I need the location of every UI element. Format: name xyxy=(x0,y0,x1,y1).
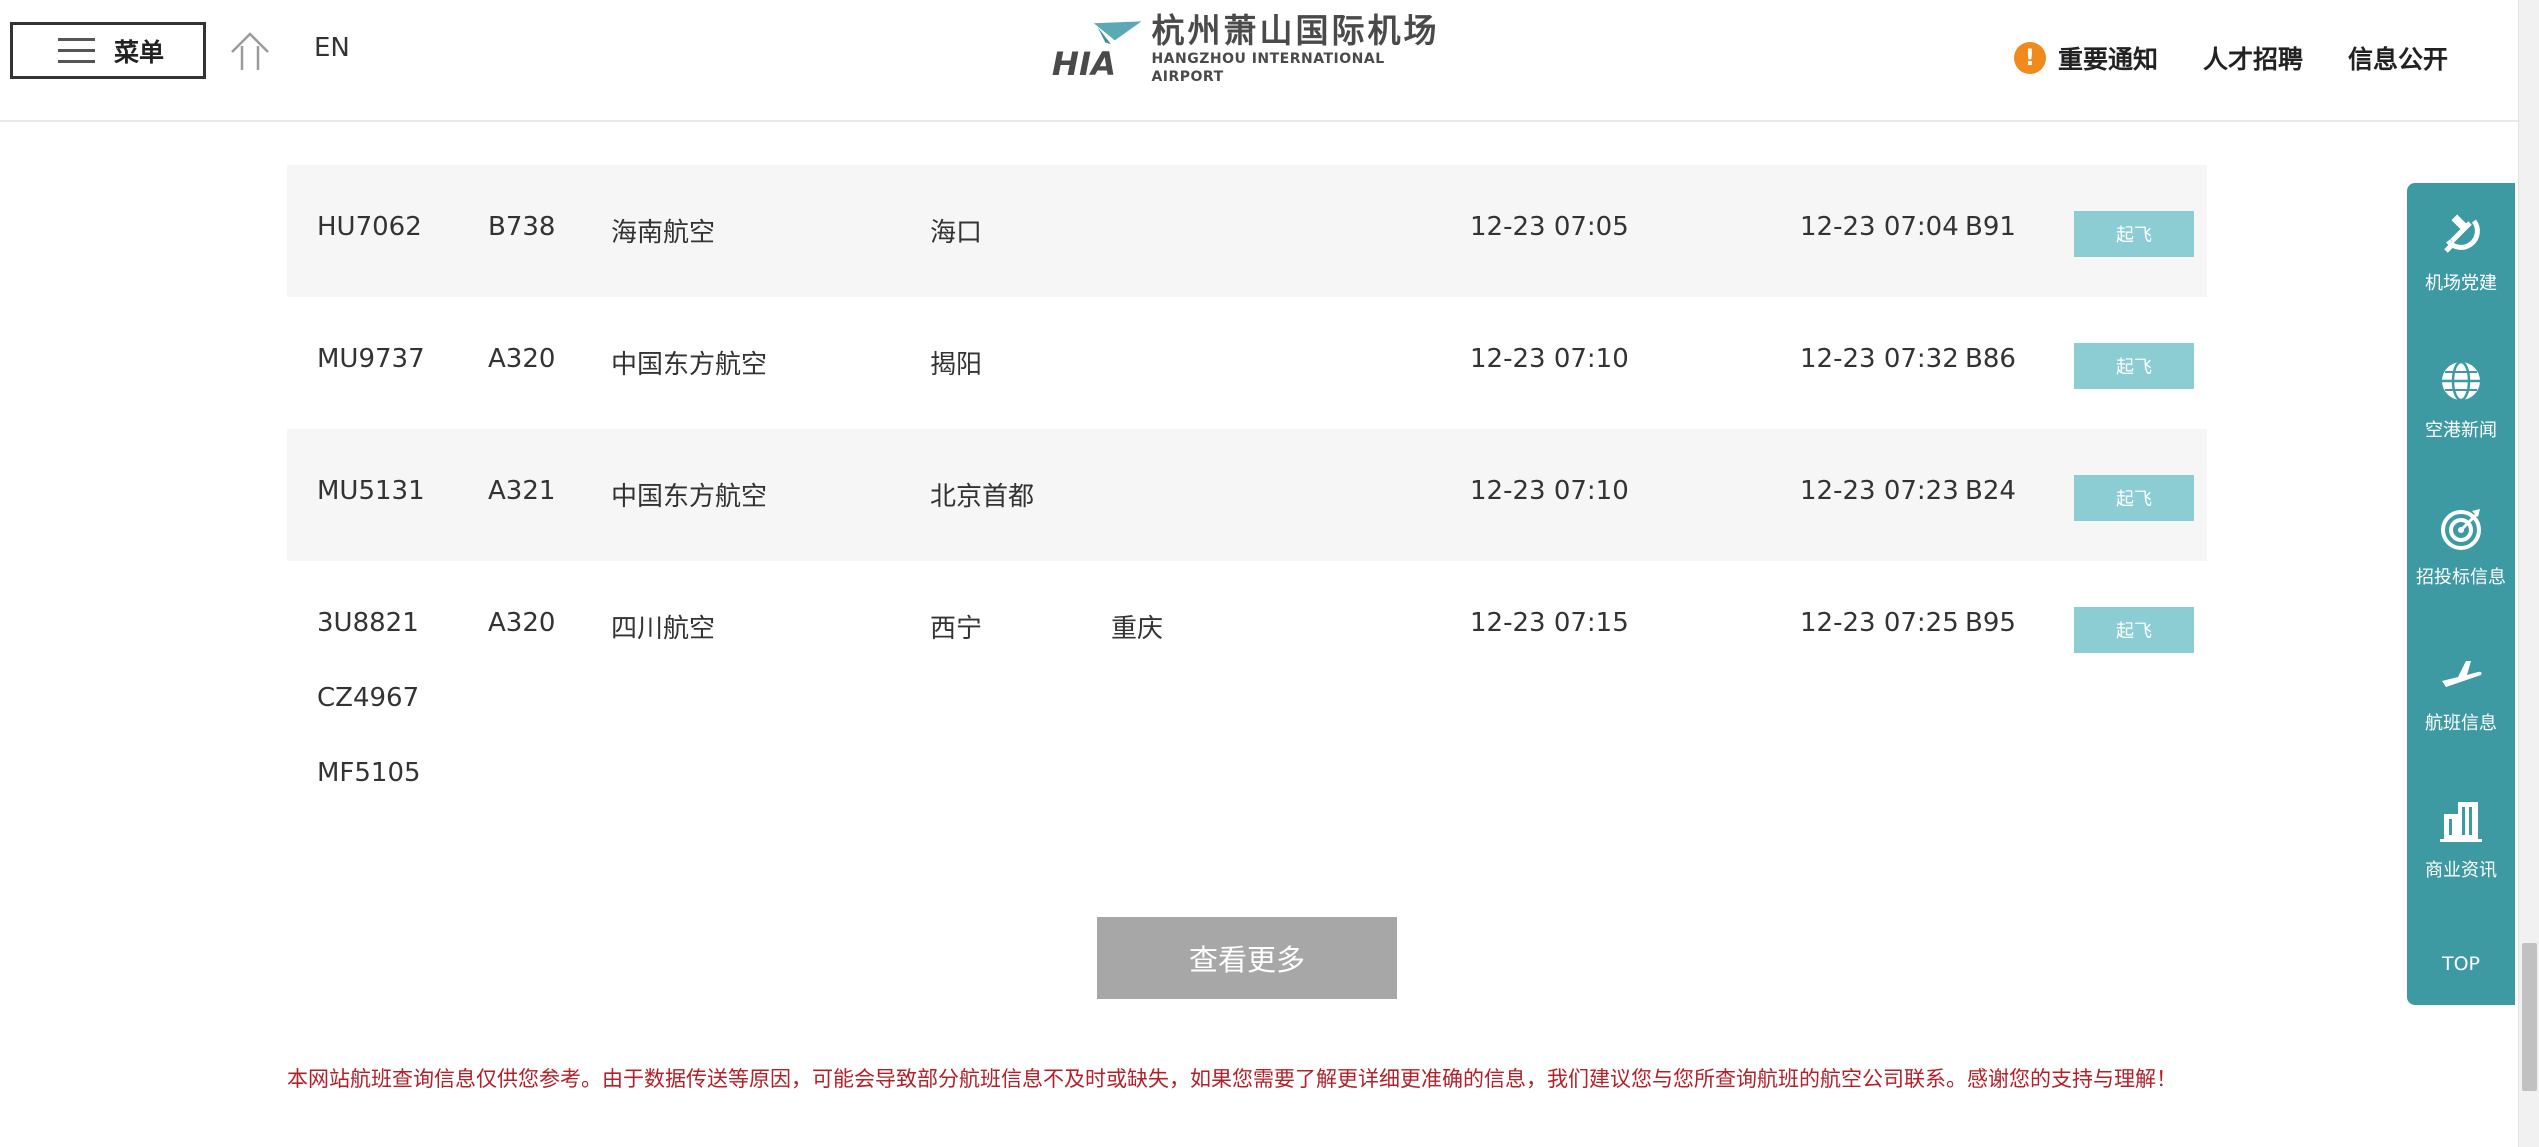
table-row: HU7062 B738 海南航空 海口 12-23 07:05 12-23 07… xyxy=(287,165,2207,297)
flight-number: 3U8821 xyxy=(317,608,419,638)
logo-mark-text: HIA xyxy=(1052,45,1116,80)
globe-icon xyxy=(2442,360,2480,402)
menu-label: 菜单 xyxy=(114,37,165,67)
aircraft-type: A320 xyxy=(488,344,556,374)
sidebar-item-bidding[interactable]: 招投标信息 xyxy=(2407,505,2515,589)
airline: 海南航空 xyxy=(611,218,716,248)
sidebar-item-label: 航班信息 xyxy=(2425,713,2497,734)
scheduled-time: 12-23 07:10 xyxy=(1470,344,1629,374)
aircraft-type: A321 xyxy=(488,476,556,506)
airplane-icon xyxy=(2442,661,2482,687)
airline: 四川航空 xyxy=(611,614,716,644)
scheduled-time: 12-23 07:05 xyxy=(1470,212,1629,242)
destination: 西宁 xyxy=(930,614,983,644)
flight-number: MU5131 xyxy=(317,476,425,506)
sidebar-item-party-building[interactable]: 机场党建 xyxy=(2407,211,2515,295)
codeshare-flight-number: MF5105 xyxy=(317,758,421,788)
gate: B24 xyxy=(1965,476,2016,506)
sidebar-item-business[interactable]: 商业资讯 xyxy=(2407,798,2515,882)
sidebar-item-label: 商业资讯 xyxy=(2425,860,2497,881)
table-row: MU9737 A320 中国东方航空 揭阳 12-23 07:10 12-23 … xyxy=(287,297,2207,429)
hammer-sickle-icon xyxy=(2444,214,2480,253)
actual-time: 12-23 07:04 xyxy=(1800,212,1959,242)
scrollbar-thumb[interactable] xyxy=(2522,943,2537,1091)
building-icon xyxy=(2440,802,2482,842)
table-row: MU5131 A321 中国东方航空 北京首都 12-23 07:10 12-2… xyxy=(287,429,2207,561)
target-icon xyxy=(2441,509,2481,550)
status-button[interactable]: 起飞 xyxy=(2074,211,2194,257)
gate: B91 xyxy=(1965,212,2016,242)
airline: 中国东方航空 xyxy=(611,350,768,380)
view-more-button[interactable]: 查看更多 xyxy=(1097,917,1397,999)
gate: B95 xyxy=(1965,608,2016,638)
table-row: 3U8821 CZ4967 MF5105 A320 四川航空 西宁 重庆 12-… xyxy=(287,561,2207,841)
page-scrollbar[interactable] xyxy=(2518,0,2539,1147)
logo-chinese-name: 杭州萧山国际机场 xyxy=(1151,11,1440,50)
info-disclosure-link[interactable]: 信息公开 xyxy=(2348,40,2448,76)
aircraft-type: A320 xyxy=(488,608,556,638)
logo-english-name: HANGZHOU INTERNATIONAL AIRPORT xyxy=(1151,51,1385,85)
gate: B86 xyxy=(1965,344,2016,374)
scheduled-time: 12-23 07:10 xyxy=(1470,476,1629,506)
actual-time: 12-23 07:32 xyxy=(1800,344,1959,374)
home-icon[interactable] xyxy=(228,30,272,74)
site-header: 菜单 EN HIA 杭州萧山国际机场 HANGZHOU INTERNATIONA… xyxy=(0,0,2518,122)
status-button[interactable]: 起飞 xyxy=(2074,343,2194,389)
quick-access-sidebar: 机场党建 空港新闻 招投标信息 航班信息 商业资讯 TOP xyxy=(2407,183,2515,1005)
actual-time: 12-23 07:25 xyxy=(1800,608,1959,638)
back-to-top-button[interactable]: TOP xyxy=(2407,953,2515,975)
disclaimer-text: 本网站航班查询信息仅供您参考。由于数据传送等原因，可能会导致部分航班信息不及时或… xyxy=(287,1067,2177,1091)
flight-number: HU7062 xyxy=(317,212,422,242)
exclamation-icon: ! xyxy=(2013,42,2046,74)
codeshare-flight-number: CZ4967 xyxy=(317,683,420,713)
actual-time: 12-23 07:23 xyxy=(1800,476,1959,506)
sidebar-item-flights[interactable]: 航班信息 xyxy=(2407,651,2515,735)
destination: 北京首都 xyxy=(930,482,1035,512)
flight-table: HU7062 B738 海南航空 海口 12-23 07:05 12-23 07… xyxy=(287,165,2207,841)
flight-number: MU9737 xyxy=(317,344,425,374)
airline: 中国东方航空 xyxy=(611,482,768,512)
language-switch-link[interactable]: EN xyxy=(314,33,350,63)
hia-logo-mark: HIA xyxy=(1052,21,1142,80)
destination: 海口 xyxy=(930,218,983,248)
hamburger-icon xyxy=(58,37,95,64)
via-stop: 重庆 xyxy=(1111,614,1164,644)
top-links: ! 重要通知 人才招聘 信息公开 xyxy=(2013,40,2448,76)
notice-link[interactable]: 重要通知 xyxy=(2058,40,2158,76)
recruitment-link[interactable]: 人才招聘 xyxy=(2203,40,2303,76)
aircraft-type: B738 xyxy=(488,212,556,242)
sidebar-item-news[interactable]: 空港新闻 xyxy=(2407,358,2515,442)
destination: 揭阳 xyxy=(930,350,983,380)
airport-logo[interactable]: HIA 杭州萧山国际机场 HANGZHOU INTERNATIONAL AIRP… xyxy=(1048,12,1448,86)
sidebar-item-label: 招投标信息 xyxy=(2416,567,2506,588)
sidebar-item-label: 机场党建 xyxy=(2425,273,2497,294)
status-button[interactable]: 起飞 xyxy=(2074,607,2194,653)
menu-button[interactable]: 菜单 xyxy=(10,22,206,79)
scheduled-time: 12-23 07:15 xyxy=(1470,608,1629,638)
sidebar-item-label: 空港新闻 xyxy=(2425,420,2497,441)
status-button[interactable]: 起飞 xyxy=(2074,475,2194,521)
